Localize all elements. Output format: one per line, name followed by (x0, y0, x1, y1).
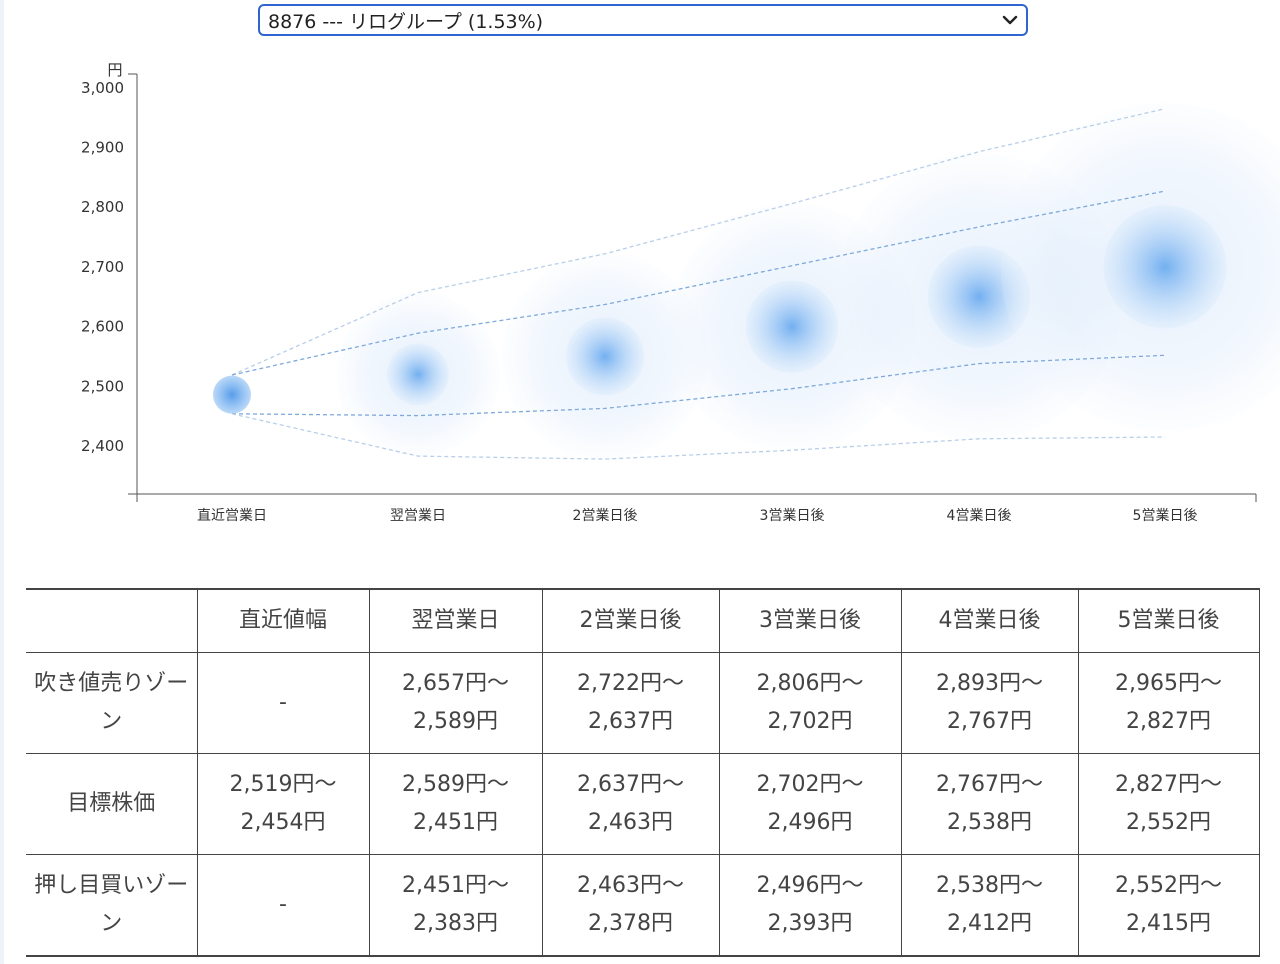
x-tick-label: 翌営業日 (390, 508, 446, 524)
price-cell-line: 2,827円 (1126, 709, 1211, 734)
price-cell-line: 2,378円 (588, 911, 673, 936)
price-cell: 2,496円〜 2,393円 (718, 854, 902, 957)
price-cell-line: 2,463円〜 (577, 873, 684, 898)
price-cell: 2,589円〜 2,451円 (368, 753, 543, 855)
y-tick-label: 2,700 (81, 258, 124, 276)
y-tick-label: 2,500 (81, 377, 124, 395)
price-cell-line: 2,552円 (1126, 810, 1211, 835)
price-cell: 2,657円〜 2,589円 (368, 652, 543, 754)
row-label: 吹き値売りゾーン (26, 652, 198, 754)
col-header-day-2: 2営業日後 (541, 588, 720, 653)
price-cell-line: 2,965円〜 (1115, 671, 1222, 696)
bubble-inner-1 (387, 343, 449, 406)
chevron-down-icon (1002, 15, 1018, 25)
bubble-inner-3 (745, 280, 839, 373)
price-cell: 2,637円〜 2,463円 (541, 753, 720, 855)
price-cell: 2,451円〜 2,383円 (368, 854, 543, 957)
price-cell-line: 2,637円 (588, 709, 673, 734)
price-cell-line: - (279, 892, 287, 917)
price-cell-line: 2,637円〜 (577, 772, 684, 797)
x-tick-label: 4営業日後 (947, 508, 1012, 524)
x-tick-label: 3営業日後 (760, 508, 825, 524)
col-header-day-3: 3営業日後 (718, 588, 902, 653)
price-cell-line: 2,702円〜 (756, 772, 864, 797)
buy-zone-row: 押し目買いゾーン - 2,451円〜 2,383円 2,463円〜 2,378円 2,496… (26, 854, 1260, 957)
bubble-inner-5 (1103, 205, 1227, 329)
col-header-day-4: 4営業日後 (900, 588, 1079, 653)
price-cell: - (196, 652, 370, 754)
price-cell-line: 2,767円 (947, 709, 1032, 734)
table-header-row: 直近値幅 翌営業日 2営業日後 3営業日後 4営業日後 5営業日後 (26, 588, 1260, 653)
price-cell-line: 2,463円 (588, 810, 673, 835)
price-cell-line: 2,451円〜 (402, 873, 509, 898)
price-cell-line: 2,496円〜 (756, 873, 864, 898)
row-label: 目標株価 (26, 753, 198, 855)
y-tick-label: 2,600 (81, 318, 124, 336)
price-cell-line: 2,415円 (1126, 911, 1211, 936)
price-cell: - (196, 854, 370, 957)
row-label: 押し目買いゾーン (26, 854, 198, 957)
price-cell: 2,806円〜 2,702円 (718, 652, 902, 754)
price-cell: 2,722円〜 2,637円 (541, 652, 720, 754)
price-cell-line: 2,827円〜 (1115, 772, 1222, 797)
col-header-recent-range: 直近値幅 (196, 588, 370, 653)
y-tick-label: 2,900 (81, 139, 124, 157)
price-cell-line: 2,412円 (947, 911, 1032, 936)
price-cell-line: 2,767円〜 (936, 772, 1043, 797)
price-cell-line: 2,538円 (947, 810, 1032, 835)
price-cell-line: 2,657円〜 (402, 671, 509, 696)
price-cell: 2,827円〜 2,552円 (1077, 753, 1260, 855)
price-cell-line: 2,552円〜 (1115, 873, 1222, 898)
price-zone-table: 直近値幅 翌営業日 2営業日後 3営業日後 4営業日後 5営業日後 吹き値売りゾ… (26, 588, 1260, 957)
col-header-next-day: 翌営業日 (368, 588, 543, 653)
price-cell-line: 2,589円〜 (402, 772, 509, 797)
price-cell-line: 2,702円 (767, 709, 853, 734)
stock-select-value: 8876 --- リログループ (1.53%) (268, 10, 544, 33)
price-cell-line: 2,519円〜 (229, 772, 337, 797)
sell-zone-row: 吹き値売りゾーン - 2,657円〜 2,589円 2,722円〜 2,637円 2,806… (26, 652, 1260, 754)
price-cell: 2,893円〜 2,767円 (900, 652, 1079, 754)
y-axis-unit-label: 円 (107, 61, 122, 79)
price-cell: 2,519円〜 2,454円 (196, 753, 370, 855)
price-cell: 2,463円〜 2,378円 (541, 854, 720, 957)
x-tick-label: 直近営業日 (197, 507, 267, 524)
col-header-day-5: 5営業日後 (1077, 588, 1260, 653)
price-cell-line: 2,893円〜 (936, 671, 1043, 696)
y-tick-label: 2,800 (81, 198, 124, 216)
bubble-inner-2 (566, 317, 644, 396)
price-cell: 2,538円〜 2,412円 (900, 854, 1079, 957)
x-tick-label: 2営業日後 (573, 508, 638, 524)
price-cell: 2,965円〜 2,827円 (1077, 652, 1260, 754)
price-cell-line: 2,393円 (767, 911, 853, 936)
price-cell-line: 2,538円〜 (936, 873, 1043, 898)
price-cell-line: 2,383円 (413, 911, 498, 936)
y-tick-label: 3,000 (81, 79, 124, 97)
bubble-latest (213, 375, 251, 414)
price-cell: 2,767円〜 2,538円 (900, 753, 1079, 855)
x-tick-label: 5営業日後 (1133, 508, 1198, 524)
price-cell-line: - (279, 690, 287, 715)
table-corner-cell (26, 588, 198, 653)
price-cell-line: 2,454円 (240, 810, 326, 835)
price-cell-line: 2,496円 (767, 810, 853, 835)
forecast-chart: 円3,000 2,900 2,800 2,700 2,600 2,500 2,400 直近営業… (81, 61, 1280, 524)
price-cell: 2,552円〜 2,415円 (1077, 854, 1260, 957)
price-cell-line: 2,589円 (413, 709, 498, 734)
price-cell: 2,702円〜 2,496円 (718, 753, 902, 855)
stock-select[interactable]: 8876 --- リログループ (1.53%) (258, 4, 1028, 36)
target-price-row: 目標株価 2,519円〜 2,454円 2,589円〜 2,451円 2,637円〜 2,4… (26, 753, 1260, 855)
price-cell-line: 2,451円 (413, 810, 498, 835)
price-cell-line: 2,722円〜 (577, 671, 684, 696)
y-tick-label: 2,400 (81, 437, 124, 455)
price-cell-line: 2,806円〜 (756, 671, 864, 696)
